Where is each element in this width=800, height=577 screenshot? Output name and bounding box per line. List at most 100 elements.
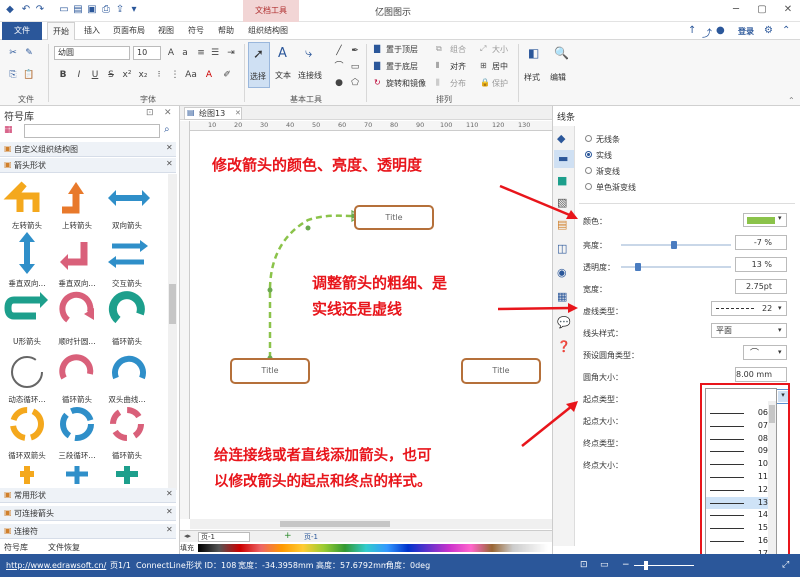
share-icon[interactable]: ⤴ [702,25,712,40]
protect-button[interactable]: 保护 [492,78,508,89]
text-tool-button[interactable]: A 文本 [274,42,296,88]
export-icon[interactable]: ⇪ [114,4,126,16]
superscript-icon[interactable]: x² [120,68,134,82]
underline-icon[interactable]: U [88,68,102,82]
cut-icon[interactable]: ✂ [6,46,20,60]
print-icon[interactable]: ⎙ [100,4,112,16]
shape-three-segment-cycle[interactable] [60,407,94,441]
maximize-icon[interactable]: ▢ [756,4,768,16]
fit-page-icon[interactable]: ⊡ [580,554,588,577]
font-size-select[interactable]: 10 [133,46,161,60]
font-family-select[interactable]: 幼圆 [54,46,130,60]
ribbon-collapse-icon[interactable]: ⌃ [788,96,795,105]
zoom-out-icon[interactable]: − [622,554,630,577]
more-icon[interactable]: ▾ [128,4,140,16]
tab-home[interactable]: 开始 [47,22,75,40]
font-color-icon[interactable]: A [202,68,216,82]
line-tool-active[interactable]: ▬ [554,150,574,168]
bold-icon[interactable]: B [56,68,70,82]
library-scrollbar[interactable] [168,174,177,490]
shape-cycle-arrow[interactable] [108,291,145,324]
node-title-right[interactable]: Title [461,358,541,384]
shadow-tool-icon[interactable]: ■ [557,174,567,187]
doc-tab-close-icon[interactable]: ✕ [235,108,241,119]
new-icon[interactable]: ▭ [58,4,70,16]
add-page-icon[interactable]: + [284,531,292,541]
close-icon[interactable]: ✕ [782,4,794,16]
help-tool-icon[interactable]: ❓ [557,340,571,353]
shape-interactive-arrow[interactable] [108,240,148,268]
radio-solid-line[interactable]: 实线 [585,150,612,161]
fit-width-icon[interactable]: ▭ [600,554,609,577]
node-title-top[interactable]: Title [354,205,434,230]
save-icon[interactable]: ▣ [86,4,98,16]
lib-common-shapes[interactable]: 常用形状 [0,488,176,503]
grow-font-icon[interactable]: A [164,46,178,60]
lib-arrow-shapes[interactable]: 箭头形状 [0,158,176,173]
send-back-button[interactable]: 置于底层 [386,61,418,72]
shape-vertical-double-arrow[interactable] [19,232,35,274]
scrollbar-thumb[interactable] [169,284,176,324]
pin-icon[interactable]: ⊡ [146,108,154,118]
pen-icon[interactable]: ✒ [348,44,362,58]
lib-close-icon[interactable]: ✕ [166,143,173,152]
color-palette[interactable] [198,544,548,552]
node-title-left[interactable]: Title [230,358,310,384]
shape-left-turn-arrow[interactable] [3,181,40,212]
edit-button[interactable]: 🔍 编辑 [548,42,572,92]
tab-symbol-library[interactable]: 符号库 [4,542,28,553]
lib-close-icon[interactable]: ✕ [166,159,173,168]
shape-vertical-double-arrow-2[interactable] [60,242,88,270]
lib-custom-org[interactable]: 自定义组织结构图 [0,142,176,157]
shape-ellipse-icon[interactable]: ● [332,76,346,90]
zoom-slider[interactable] [634,565,694,566]
center-button[interactable]: 居中 [492,61,508,72]
website-link[interactable]: http://www.edrawsoft.cn/ [6,554,106,577]
page-tool-icon[interactable]: ▤ [557,218,567,231]
slider-knob[interactable] [635,263,641,271]
redo-icon[interactable]: ↷ [34,4,46,16]
line-icon[interactable]: ╱ [332,44,346,58]
tab-page-layout[interactable]: 页面布局 [108,22,150,40]
undo-icon[interactable]: ↶ [20,4,32,16]
brightness-slider[interactable] [621,241,731,249]
width-input[interactable]: 2.75pt [735,279,787,294]
connector-tool-button[interactable]: ⤷ 连接线 [298,42,326,88]
open-icon[interactable]: ▤ [72,4,84,16]
size-button[interactable]: 大小 [492,44,508,55]
shape-double-curve-arrow[interactable] [112,355,146,380]
tab-insert[interactable]: 插入 [78,22,106,40]
transparency-input[interactable]: 13 % [735,257,787,272]
curve-icon[interactable]: ⌒ [332,60,346,74]
cap-style-select[interactable]: 平面 ▾ [711,323,787,338]
comment-tool-icon[interactable]: 💬 [557,316,571,329]
corner-type-select[interactable]: ⌒ ▾ [743,345,787,360]
minimize-icon[interactable]: ─ [730,4,742,16]
lib-connectable-arrows[interactable]: 可连接箭头 [0,506,176,521]
library-search-input[interactable] [24,124,160,138]
collapse-ribbon-icon[interactable]: ⌃ [782,25,790,36]
radio-gradient-line[interactable]: 渐变线 [585,166,620,177]
bullets-icon[interactable]: ⁝ [152,68,166,82]
distribute-button[interactable]: 分布 [450,78,466,89]
shape-u-arrow[interactable] [4,292,48,320]
lib-connectors[interactable]: 连接符 [0,524,176,539]
dash-type-select[interactable]: 22 ▾ [711,301,787,316]
lib-close-icon[interactable]: ✕ [166,489,173,498]
file-menu[interactable]: 文件 [2,22,42,40]
strikethrough-icon[interactable]: S [104,68,118,82]
search-icon[interactable]: ⌕ [164,124,170,135]
copy-icon[interactable]: ⎘ [6,68,20,82]
lib-close-icon[interactable]: ✕ [166,525,173,534]
highlight-icon[interactable]: ✐ [220,68,234,82]
group-button[interactable]: 组合 [450,44,466,55]
zoom-knob[interactable] [644,561,648,570]
format-painter-icon[interactable]: ✎ [22,46,36,60]
layer-tool-icon[interactable]: ◫ [557,242,567,255]
shape-dynamic-cycle[interactable] [11,356,43,388]
slider-knob[interactable] [671,241,677,249]
text-case-icon[interactable]: Aa [184,68,198,82]
scrollbar-thumb[interactable] [280,521,390,527]
polygon-icon[interactable]: ⬠ [348,76,362,90]
tab-org-chart[interactable]: 组织结构图 [243,22,293,40]
